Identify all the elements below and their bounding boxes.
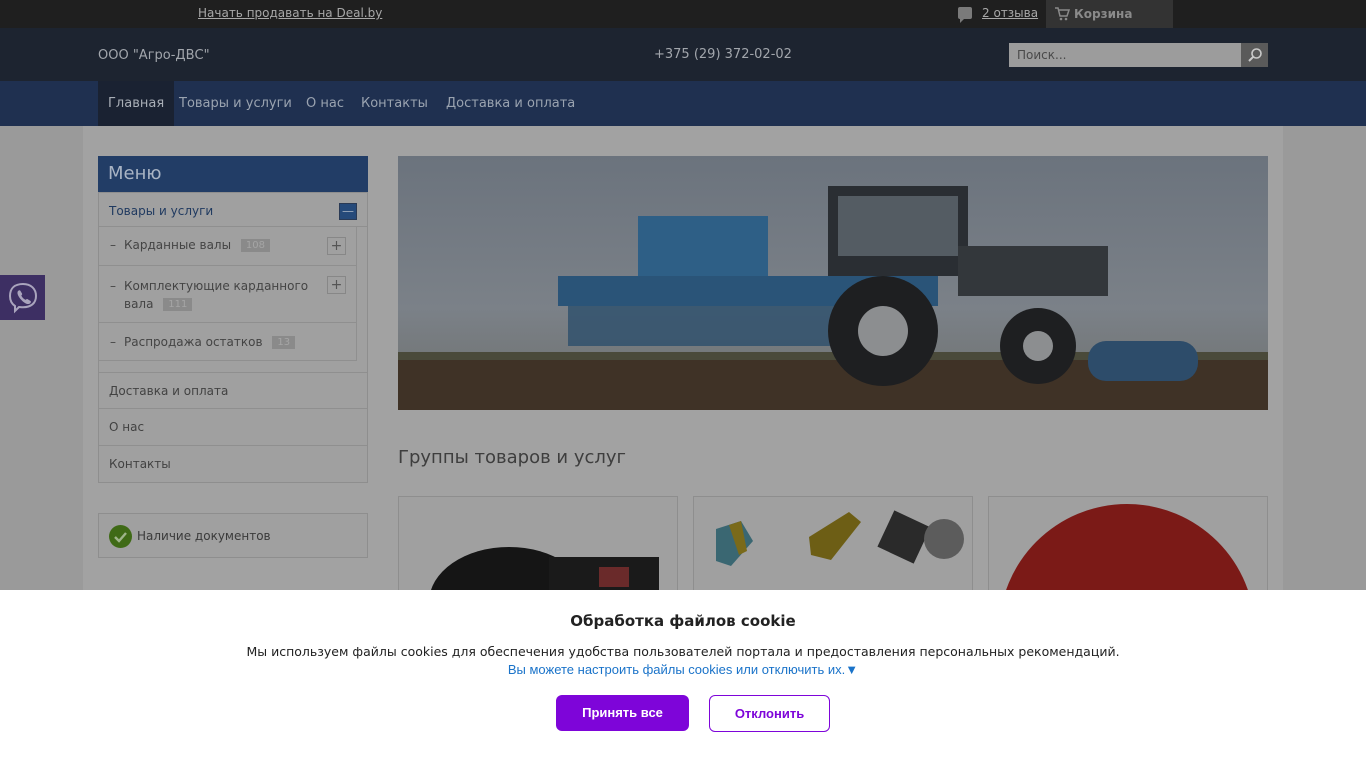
cookie-text: Мы используем файлы cookies для обеспече… xyxy=(246,644,1120,659)
collapse-button[interactable]: — xyxy=(339,203,357,220)
submenu-label: Распродажа остатков xyxy=(124,335,263,349)
documents-box[interactable]: Наличие документов xyxy=(98,513,368,558)
submenu: – Карданные валы 108 + – Комплектующие к… xyxy=(99,226,357,361)
accept-all-button[interactable]: Принять все xyxy=(556,695,689,731)
sidebar-item-label: О нас xyxy=(109,420,145,434)
comment-icon xyxy=(958,7,972,23)
sidebar-title: Меню xyxy=(98,156,368,192)
cookie-banner: Обработка файлов cookie Мы используем фа… xyxy=(0,590,1366,768)
company-name[interactable]: ООО "Агро-ДВС" xyxy=(98,48,210,63)
hero-banner-tractor[interactable] xyxy=(398,156,1268,410)
submenu-item-sale[interactable]: – Распродажа остатков 13 xyxy=(99,323,356,361)
top-bar: Начать продавать на Deal.by 2 отзыва Кор… xyxy=(0,0,1366,28)
nav-item-delivery[interactable]: Доставка и оплата xyxy=(436,81,585,126)
sidebar-item-label: Доставка и оплата xyxy=(109,384,229,398)
sidebar-item-contacts[interactable]: Контакты xyxy=(99,446,367,483)
search-input[interactable] xyxy=(1009,43,1241,67)
submenu-label: Комплектующие карданного xyxy=(124,279,309,293)
search-icon xyxy=(1247,48,1262,62)
expand-button[interactable]: + xyxy=(327,237,346,255)
nav-item-products[interactable]: Товары и услуги xyxy=(169,81,302,126)
sidebar-item-about[interactable]: О нас xyxy=(99,409,367,446)
decline-button[interactable]: Отклонить xyxy=(709,695,830,732)
reviews-link[interactable]: 2 отзыва xyxy=(958,6,1039,23)
main-nav: Главная Товары и услуги О нас Контакты Д… xyxy=(0,81,1366,126)
nav-item-about[interactable]: О нас xyxy=(296,81,354,126)
viber-button[interactable] xyxy=(0,275,45,320)
nav-item-contacts[interactable]: Контакты xyxy=(351,81,438,126)
sidebar-menu: Товары и услуги — – Карданные валы 108 +… xyxy=(98,192,368,483)
cart-icon xyxy=(1055,7,1070,21)
reviews-label: 2 отзыва xyxy=(982,6,1039,20)
section-title: Группы товаров и услуг xyxy=(398,447,627,468)
submenu-item-cardan-shafts[interactable]: – Карданные валы 108 + xyxy=(99,227,356,266)
submenu-item-components[interactable]: – Комплектующие карданного вала 111 + xyxy=(99,266,356,323)
tractor-image xyxy=(398,156,1268,410)
documents-label: Наличие документов xyxy=(137,529,271,543)
sidebar-item-products[interactable]: Товары и услуги — xyxy=(99,193,367,227)
viber-icon xyxy=(8,282,37,313)
count-badge: 13 xyxy=(272,336,296,349)
dash: – xyxy=(110,335,116,349)
count-badge: 111 xyxy=(163,298,193,311)
cart-button[interactable]: Корзина xyxy=(1046,0,1173,28)
check-icon xyxy=(109,525,132,548)
cart-label: Корзина xyxy=(1074,7,1133,21)
submenu-label: Карданные валы xyxy=(124,238,232,252)
phone-number[interactable]: +375 (29) 372-02-02 xyxy=(654,47,792,62)
sidebar-item-label: Товары и услуги xyxy=(109,204,214,218)
sidebar-item-label: Контакты xyxy=(109,457,171,471)
site-header: ООО "Агро-ДВС" +375 (29) 372-02-02 xyxy=(0,28,1366,81)
dash: – xyxy=(110,238,116,252)
dash: – xyxy=(110,279,116,293)
cookie-title: Обработка файлов cookie xyxy=(570,612,796,630)
expand-button[interactable]: + xyxy=(327,276,346,294)
start-selling-link[interactable]: Начать продавать на Deal.by xyxy=(198,6,382,20)
count-badge: 108 xyxy=(240,239,270,252)
sidebar-item-delivery[interactable]: Доставка и оплата xyxy=(99,372,367,409)
search-button[interactable] xyxy=(1241,43,1268,67)
nav-item-home[interactable]: Главная xyxy=(98,81,175,126)
cookie-settings-link[interactable]: Вы можете настроить файлы cookies или от… xyxy=(0,662,1366,677)
submenu-label-line2: вала xyxy=(124,297,154,311)
